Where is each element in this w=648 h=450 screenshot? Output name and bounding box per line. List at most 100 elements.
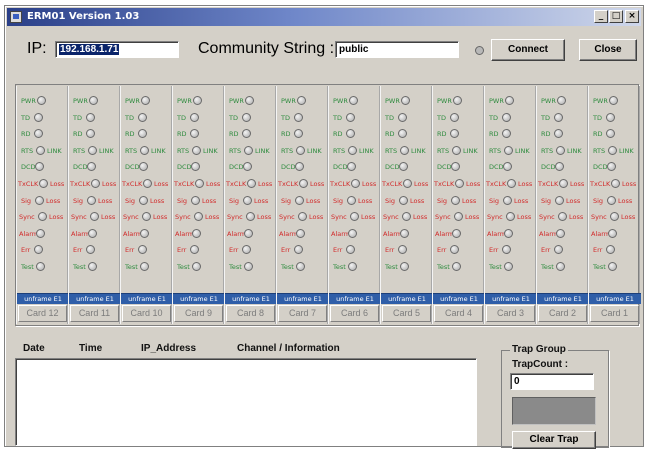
signal-row-alarm: Alarm xyxy=(225,227,277,241)
card-button[interactable]: Card 10 xyxy=(122,305,171,322)
community-string-label: Community String : xyxy=(198,40,335,57)
clear-trap-button[interactable]: Clear Trap xyxy=(512,431,596,449)
status-led-icon xyxy=(350,212,359,222)
card-button[interactable]: Card 5 xyxy=(382,305,431,322)
loss-label: Loss xyxy=(102,180,117,188)
close-window-button[interactable]: × xyxy=(625,10,639,23)
community-string-input[interactable]: public xyxy=(335,41,459,58)
signal-row-sig: Sig Loss xyxy=(329,194,381,208)
status-led-icon xyxy=(91,179,100,188)
link-label: LINK xyxy=(47,146,62,155)
signal-row-err: Err xyxy=(537,243,589,257)
card-status-bar: unframe E1 xyxy=(69,293,121,304)
signal-label: Sig xyxy=(333,196,344,205)
signal-label: TxCLK xyxy=(174,180,195,188)
connect-button[interactable]: Connect xyxy=(491,39,565,61)
signal-row-test: Test xyxy=(433,260,485,274)
link-label: LINK xyxy=(99,146,114,155)
loss-label: Loss xyxy=(462,196,477,205)
status-led-icon xyxy=(89,96,98,105)
signal-label: Sig xyxy=(229,196,240,205)
signal-row-rts: RTS LINK xyxy=(121,144,173,158)
signal-label: Sig xyxy=(177,196,188,205)
signal-label: RD xyxy=(593,130,603,139)
card-button[interactable]: Card 12 xyxy=(18,305,67,322)
status-led-icon xyxy=(88,228,97,238)
signal-row-alarm: Alarm xyxy=(589,227,641,241)
status-led-icon xyxy=(36,145,45,155)
card-button[interactable]: Card 8 xyxy=(226,305,275,322)
signal-row-rts: RTS LINK xyxy=(589,144,641,158)
signal-row-dcd: DCD xyxy=(589,160,641,174)
signal-row-alarm: Alarm xyxy=(485,227,537,241)
signal-row-sig: Sig Loss xyxy=(17,194,69,208)
loss-label: Loss xyxy=(621,213,636,222)
status-led-icon xyxy=(86,112,95,122)
signal-label: RTS xyxy=(73,146,86,155)
signal-row-sig: Sig Loss xyxy=(589,194,641,208)
card-button[interactable]: Card 2 xyxy=(538,305,587,322)
ip-label: IP: xyxy=(27,40,47,57)
card-button[interactable]: Card 4 xyxy=(434,305,483,322)
status-led-icon xyxy=(556,262,565,271)
signal-row-sync: Sync Loss xyxy=(121,210,173,224)
status-led-icon xyxy=(503,162,512,172)
app-icon xyxy=(10,11,22,23)
status-led-icon xyxy=(505,96,514,105)
card-button[interactable]: Card 1 xyxy=(590,305,639,322)
card-button[interactable]: Card 9 xyxy=(174,305,223,322)
status-led-icon xyxy=(88,262,97,271)
status-led-icon xyxy=(295,162,304,172)
signal-label: TxCLK xyxy=(70,180,91,188)
signal-label: Test xyxy=(593,263,606,271)
card-column: PWR TD RD RTS LINK DCD TxCLK Loss Sig Loss Sync Los… xyxy=(120,86,173,324)
card-button[interactable]: Card 11 xyxy=(70,305,119,322)
maximize-button[interactable]: □ xyxy=(609,10,623,23)
signal-row-test: Test xyxy=(537,260,589,274)
status-led-icon xyxy=(401,96,410,105)
close-button[interactable]: Close xyxy=(579,39,637,61)
signal-label: Err xyxy=(593,246,603,255)
card-button[interactable]: Card 7 xyxy=(278,305,327,322)
signal-row-sig: Sig Loss xyxy=(173,194,225,208)
signal-label: RTS xyxy=(229,146,242,155)
link-label: LINK xyxy=(203,146,218,155)
signal-row-td: TD xyxy=(329,111,381,125)
signal-label: Sync xyxy=(71,213,87,222)
link-label: LINK xyxy=(567,146,582,155)
status-led-icon xyxy=(450,129,459,139)
status-led-icon xyxy=(348,262,357,271)
signal-row-rts: RTS LINK xyxy=(537,144,589,158)
signal-row-td: TD xyxy=(69,111,121,125)
log-header-ip: IP_Address xyxy=(141,343,197,354)
card-status-bar: unframe E1 xyxy=(121,293,173,304)
card-status-bar: unframe E1 xyxy=(589,293,641,304)
signal-row-pwr: PWR xyxy=(173,94,225,108)
card-column: PWR TD RD RTS LINK DCD TxCLK Loss Sig Loss Sync Los… xyxy=(588,86,641,324)
title-bar[interactable]: ERM01 Version 1.03 _ □ × xyxy=(7,8,641,26)
status-led-icon xyxy=(139,162,148,172)
signal-row-td: TD xyxy=(173,111,225,125)
status-led-icon xyxy=(559,179,568,188)
ip-address-input[interactable]: 192.168.1.71 xyxy=(55,41,179,58)
signal-label: Err xyxy=(281,246,291,255)
signal-row-sig: Sig Loss xyxy=(277,194,329,208)
signal-row-sync: Sync Loss xyxy=(225,210,277,224)
card-button[interactable]: Card 6 xyxy=(330,305,379,322)
link-label: LINK xyxy=(463,146,478,155)
trap-count-input[interactable]: 0 xyxy=(510,373,594,390)
signal-row-sync: Sync Loss xyxy=(433,210,485,224)
loss-label: Loss xyxy=(154,180,169,188)
signal-label: RD xyxy=(73,130,83,139)
status-led-icon xyxy=(297,96,306,105)
card-button[interactable]: Card 3 xyxy=(486,305,535,322)
signal-row-txclk: TxCLK Loss xyxy=(121,177,173,191)
signal-label: PWR xyxy=(541,97,556,105)
signal-row-sig: Sig Loss xyxy=(433,194,485,208)
signal-row-txclk: TxCLK Loss xyxy=(17,177,69,191)
signal-label: PWR xyxy=(385,97,400,105)
status-led-icon xyxy=(554,245,563,255)
trap-log-list[interactable] xyxy=(15,358,477,446)
minimize-button[interactable]: _ xyxy=(594,10,608,23)
loss-label: Loss xyxy=(570,180,585,188)
